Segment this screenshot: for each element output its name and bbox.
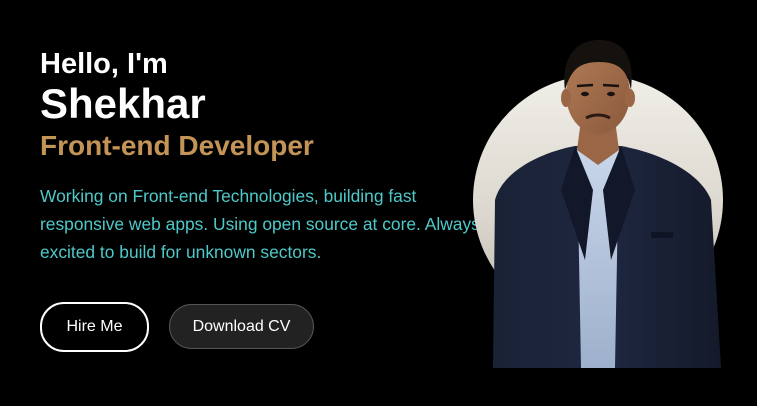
profile-photo (473, 0, 733, 406)
hire-me-button[interactable]: Hire Me (40, 302, 149, 352)
download-cv-button[interactable]: Download CV (169, 304, 314, 349)
hero-description: Working on Front-end Technologies, build… (40, 186, 480, 262)
name-heading: Shekhar (40, 80, 206, 127)
greeting-heading: Hello, I'm (40, 48, 168, 80)
role-heading: Front-end Developer (40, 130, 314, 161)
